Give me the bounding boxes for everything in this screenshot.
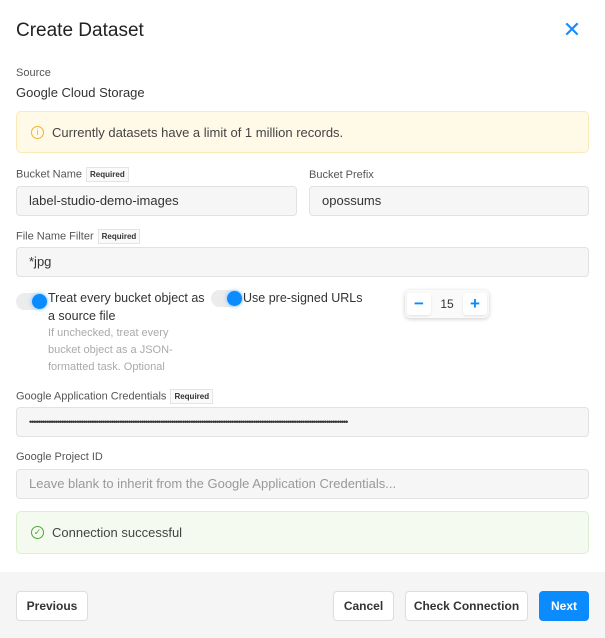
source-value: Google Cloud Storage [16, 85, 145, 100]
close-icon[interactable]: ✕ [562, 19, 582, 41]
limit-notice: i Currently datasets have a limit of 1 m… [16, 111, 589, 153]
credentials-label: Google Application Credentials Required [16, 389, 214, 404]
presigned-toggle[interactable] [211, 290, 243, 307]
bucket-prefix-label: Bucket Prefix [309, 169, 374, 181]
treat-source-toggle[interactable] [16, 293, 48, 310]
project-id-input[interactable]: Leave blank to inherit from the Google A… [16, 469, 589, 499]
treat-source-help: If unchecked, treat every bucket object … [48, 327, 173, 373]
increment-button[interactable]: + [462, 293, 487, 315]
presigned-label: Use pre-signed URLs [243, 291, 363, 305]
required-badge: Required [170, 389, 214, 404]
expiration-stepper[interactable]: − 15 + [405, 290, 489, 318]
bucket-name-input[interactable]: label-studio-demo-images [16, 186, 297, 216]
source-label: Source [16, 67, 51, 79]
connection-status-text: Connection successful [52, 525, 183, 540]
info-icon: i [31, 125, 44, 139]
bucket-prefix-input[interactable]: opossums [309, 186, 589, 216]
credentials-input[interactable]: ••••••••••••••••••••••••••••••••••••••••… [16, 407, 589, 437]
check-connection-button[interactable]: Check Connection [405, 591, 528, 621]
previous-button[interactable]: Previous [16, 591, 88, 621]
file-filter-input[interactable]: *jpg [16, 247, 589, 277]
limit-notice-text: Currently datasets have a limit of 1 mil… [52, 124, 344, 140]
check-circle-icon: ✓ [31, 526, 44, 539]
credentials-label-text: Google Application Credentials [16, 390, 167, 403]
stepper-value[interactable]: 15 [440, 297, 453, 311]
project-id-label: Google Project ID [16, 451, 103, 463]
cancel-button[interactable]: Cancel [333, 591, 394, 621]
next-button[interactable]: Next [539, 591, 589, 621]
required-badge: Required [86, 167, 129, 182]
bucket-name-label: Bucket Name Required [16, 167, 129, 182]
treat-source-label: Treat every bucket object as a source fi… [48, 291, 205, 323]
dialog-title: Create Dataset [16, 20, 144, 41]
file-filter-label: File Name Filter Required [16, 229, 141, 244]
required-badge: Required [97, 229, 141, 244]
connection-status: ✓ Connection successful [16, 511, 589, 554]
file-filter-label-text: File Name Filter [16, 230, 94, 243]
decrement-button[interactable]: − [407, 293, 431, 315]
bucket-name-label-text: Bucket Name [16, 168, 83, 181]
